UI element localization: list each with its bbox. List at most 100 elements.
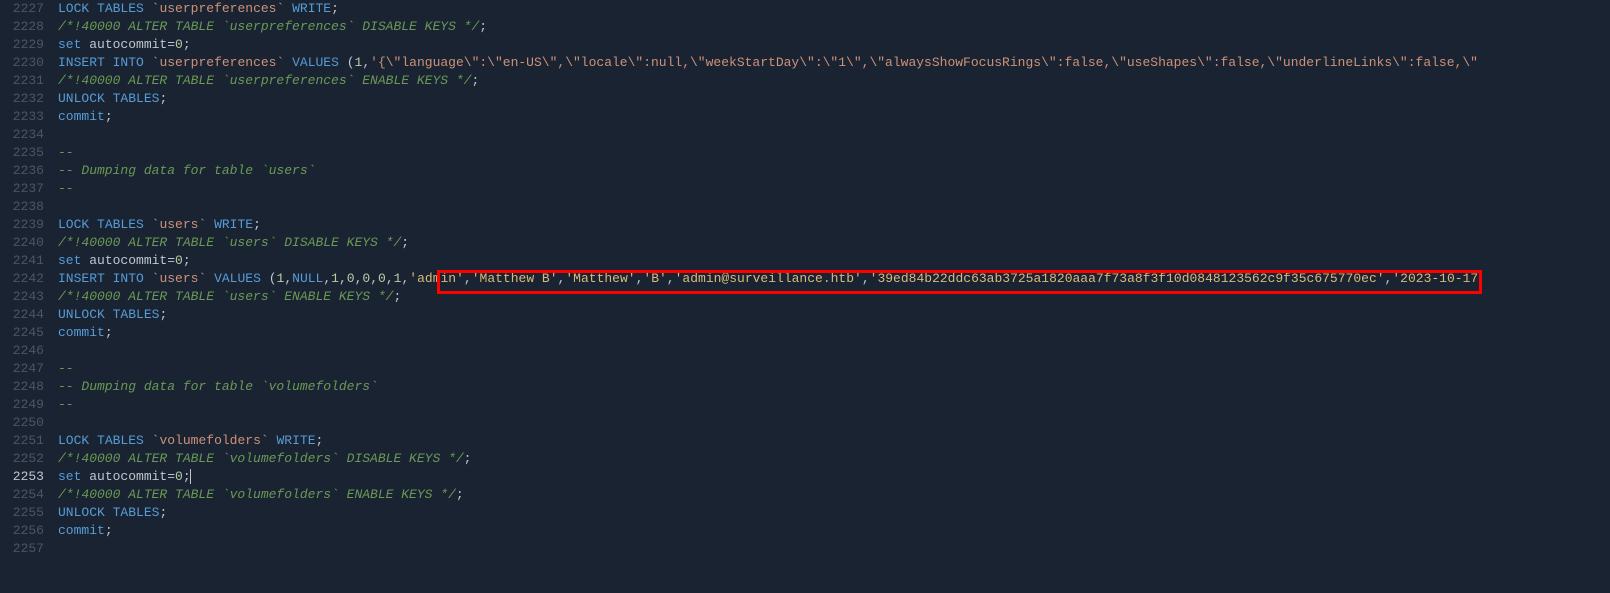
code-content[interactable]: UNLOCK TABLES; [58,504,167,522]
code-content[interactable]: /*!40000 ALTER TABLE `userpreferences` D… [58,18,487,36]
code-line[interactable]: 2238 [0,198,1610,216]
code-line[interactable]: 2237-- [0,180,1610,198]
token-punct: , [464,271,472,286]
code-line[interactable]: 2228/*!40000 ALTER TABLE `userpreference… [0,18,1610,36]
token-punct: ( [269,271,277,286]
code-content[interactable]: -- [58,180,74,198]
code-content[interactable]: -- Dumping data for table `users` [58,162,315,180]
code-line[interactable]: 2236-- Dumping data for table `users` [0,162,1610,180]
token-num-lit: 0 [175,37,183,52]
token-comment: /*!40000 ALTER TABLE `users` DISABLE KEY… [58,235,401,250]
token-kw: TABLES [113,91,160,106]
code-line[interactable]: 2240/*!40000 ALTER TABLE `users` DISABLE… [0,234,1610,252]
code-line[interactable]: 2239LOCK TABLES `users` WRITE; [0,216,1610,234]
code-content[interactable]: -- [58,360,74,378]
line-number: 2244 [0,306,58,324]
token-kw: LOCK [58,433,89,448]
code-line[interactable]: 2256commit; [0,522,1610,540]
token-num-lit: 0 [175,253,183,268]
code-line[interactable]: 2257 [0,540,1610,558]
token-comment: /*!40000 ALTER TABLE `userpreferences` E… [58,73,471,88]
token-num-lit: 0 [347,271,355,286]
code-content[interactable]: LOCK TABLES `users` WRITE; [58,216,261,234]
code-line[interactable]: 2254/*!40000 ALTER TABLE `volumefolders`… [0,486,1610,504]
line-number: 2250 [0,414,58,432]
code-content[interactable]: commit; [58,324,113,342]
token-str: `users` [152,271,207,286]
token-comment: -- [58,397,74,412]
code-line[interactable]: 2233commit; [0,108,1610,126]
code-content[interactable]: UNLOCK TABLES; [58,306,167,324]
code-line[interactable]: 2234 [0,126,1610,144]
code-content[interactable]: -- Dumping data for table `volumefolders… [58,378,378,396]
code-line[interactable]: 2241set autocommit=0; [0,252,1610,270]
token-kw: TABLES [97,217,144,232]
line-number: 2238 [0,198,58,216]
code-content[interactable]: set autocommit=0; [58,468,191,486]
token-ystr: 'Matthew' [565,271,635,286]
code-content[interactable]: INSERT INTO `users` VALUES (1,NULL,1,0,0… [58,270,1478,288]
code-line[interactable]: 2253set autocommit=0; [0,468,1610,486]
line-number: 2229 [0,36,58,54]
code-line[interactable]: 2244UNLOCK TABLES; [0,306,1610,324]
code-content[interactable]: UNLOCK TABLES; [58,90,167,108]
code-line[interactable]: 2235-- [0,144,1610,162]
token-kw: set [58,469,81,484]
code-content[interactable]: INSERT INTO `userpreferences` VALUES (1,… [58,54,1478,72]
token-punct: ; [105,523,113,538]
token-kw: INTO [113,55,144,70]
code-content[interactable]: /*!40000 ALTER TABLE `users` DISABLE KEY… [58,234,409,252]
code-line[interactable]: 2245commit; [0,324,1610,342]
token-comment: -- [58,181,74,196]
token-str: `users` [152,217,207,232]
code-content[interactable]: -- [58,396,74,414]
code-editor[interactable]: 2227LOCK TABLES `userpreferences` WRITE;… [0,0,1610,558]
token-kw: UNLOCK [58,505,105,520]
code-content[interactable]: set autocommit=0; [58,36,191,54]
code-line[interactable]: 2227LOCK TABLES `userpreferences` WRITE; [0,0,1610,18]
code-content[interactable]: set autocommit=0; [58,252,191,270]
token-punct: ; [159,307,167,322]
token-punct: , [370,271,378,286]
code-line[interactable]: 2231/*!40000 ALTER TABLE `userpreference… [0,72,1610,90]
code-content[interactable]: /*!40000 ALTER TABLE `users` ENABLE KEYS… [58,288,401,306]
code-content[interactable]: commit; [58,108,113,126]
code-content[interactable]: LOCK TABLES `volumefolders` WRITE; [58,432,323,450]
token-kw: WRITE [277,433,316,448]
line-number: 2227 [0,0,58,18]
code-line[interactable]: 2248-- Dumping data for table `volumefol… [0,378,1610,396]
token-fn: autocommit [89,37,167,52]
code-line[interactable]: 2250 [0,414,1610,432]
code-line[interactable]: 2229set autocommit=0; [0,36,1610,54]
token-comment: /*!40000 ALTER TABLE `volumefolders` ENA… [58,487,456,502]
code-content[interactable]: /*!40000 ALTER TABLE `volumefolders` DIS… [58,450,471,468]
code-line[interactable]: 2249-- [0,396,1610,414]
line-number: 2249 [0,396,58,414]
code-line[interactable]: 2247-- [0,360,1610,378]
line-number: 2255 [0,504,58,522]
token-comment: /*!40000 ALTER TABLE `users` ENABLE KEYS… [58,289,393,304]
code-line[interactable]: 2243/*!40000 ALTER TABLE `users` ENABLE … [0,288,1610,306]
code-line[interactable]: 2255UNLOCK TABLES; [0,504,1610,522]
token-punct: , [862,271,870,286]
code-content[interactable]: LOCK TABLES `userpreferences` WRITE; [58,0,339,18]
line-number: 2251 [0,432,58,450]
code-content[interactable]: commit; [58,522,113,540]
code-line[interactable]: 2246 [0,342,1610,360]
token-kw: INSERT [58,55,105,70]
token-punct: ; [331,1,339,16]
code-line[interactable]: 2252/*!40000 ALTER TABLE `volumefolders`… [0,450,1610,468]
code-content[interactable]: /*!40000 ALTER TABLE `userpreferences` E… [58,72,479,90]
token-kw: VALUES [292,55,339,70]
token-num-lit: 0 [378,271,386,286]
line-number: 2246 [0,342,58,360]
token-str: `userpreferences` [152,1,285,16]
code-line[interactable]: 2242INSERT INTO `users` VALUES (1,NULL,1… [0,270,1610,288]
line-number: 2231 [0,72,58,90]
code-line[interactable]: 2230INSERT INTO `userpreferences` VALUES… [0,54,1610,72]
code-line[interactable]: 2251LOCK TABLES `volumefolders` WRITE; [0,432,1610,450]
code-content[interactable]: /*!40000 ALTER TABLE `volumefolders` ENA… [58,486,464,504]
code-content[interactable]: -- [58,144,74,162]
code-line[interactable]: 2232UNLOCK TABLES; [0,90,1610,108]
token-punct: ; [401,235,409,250]
